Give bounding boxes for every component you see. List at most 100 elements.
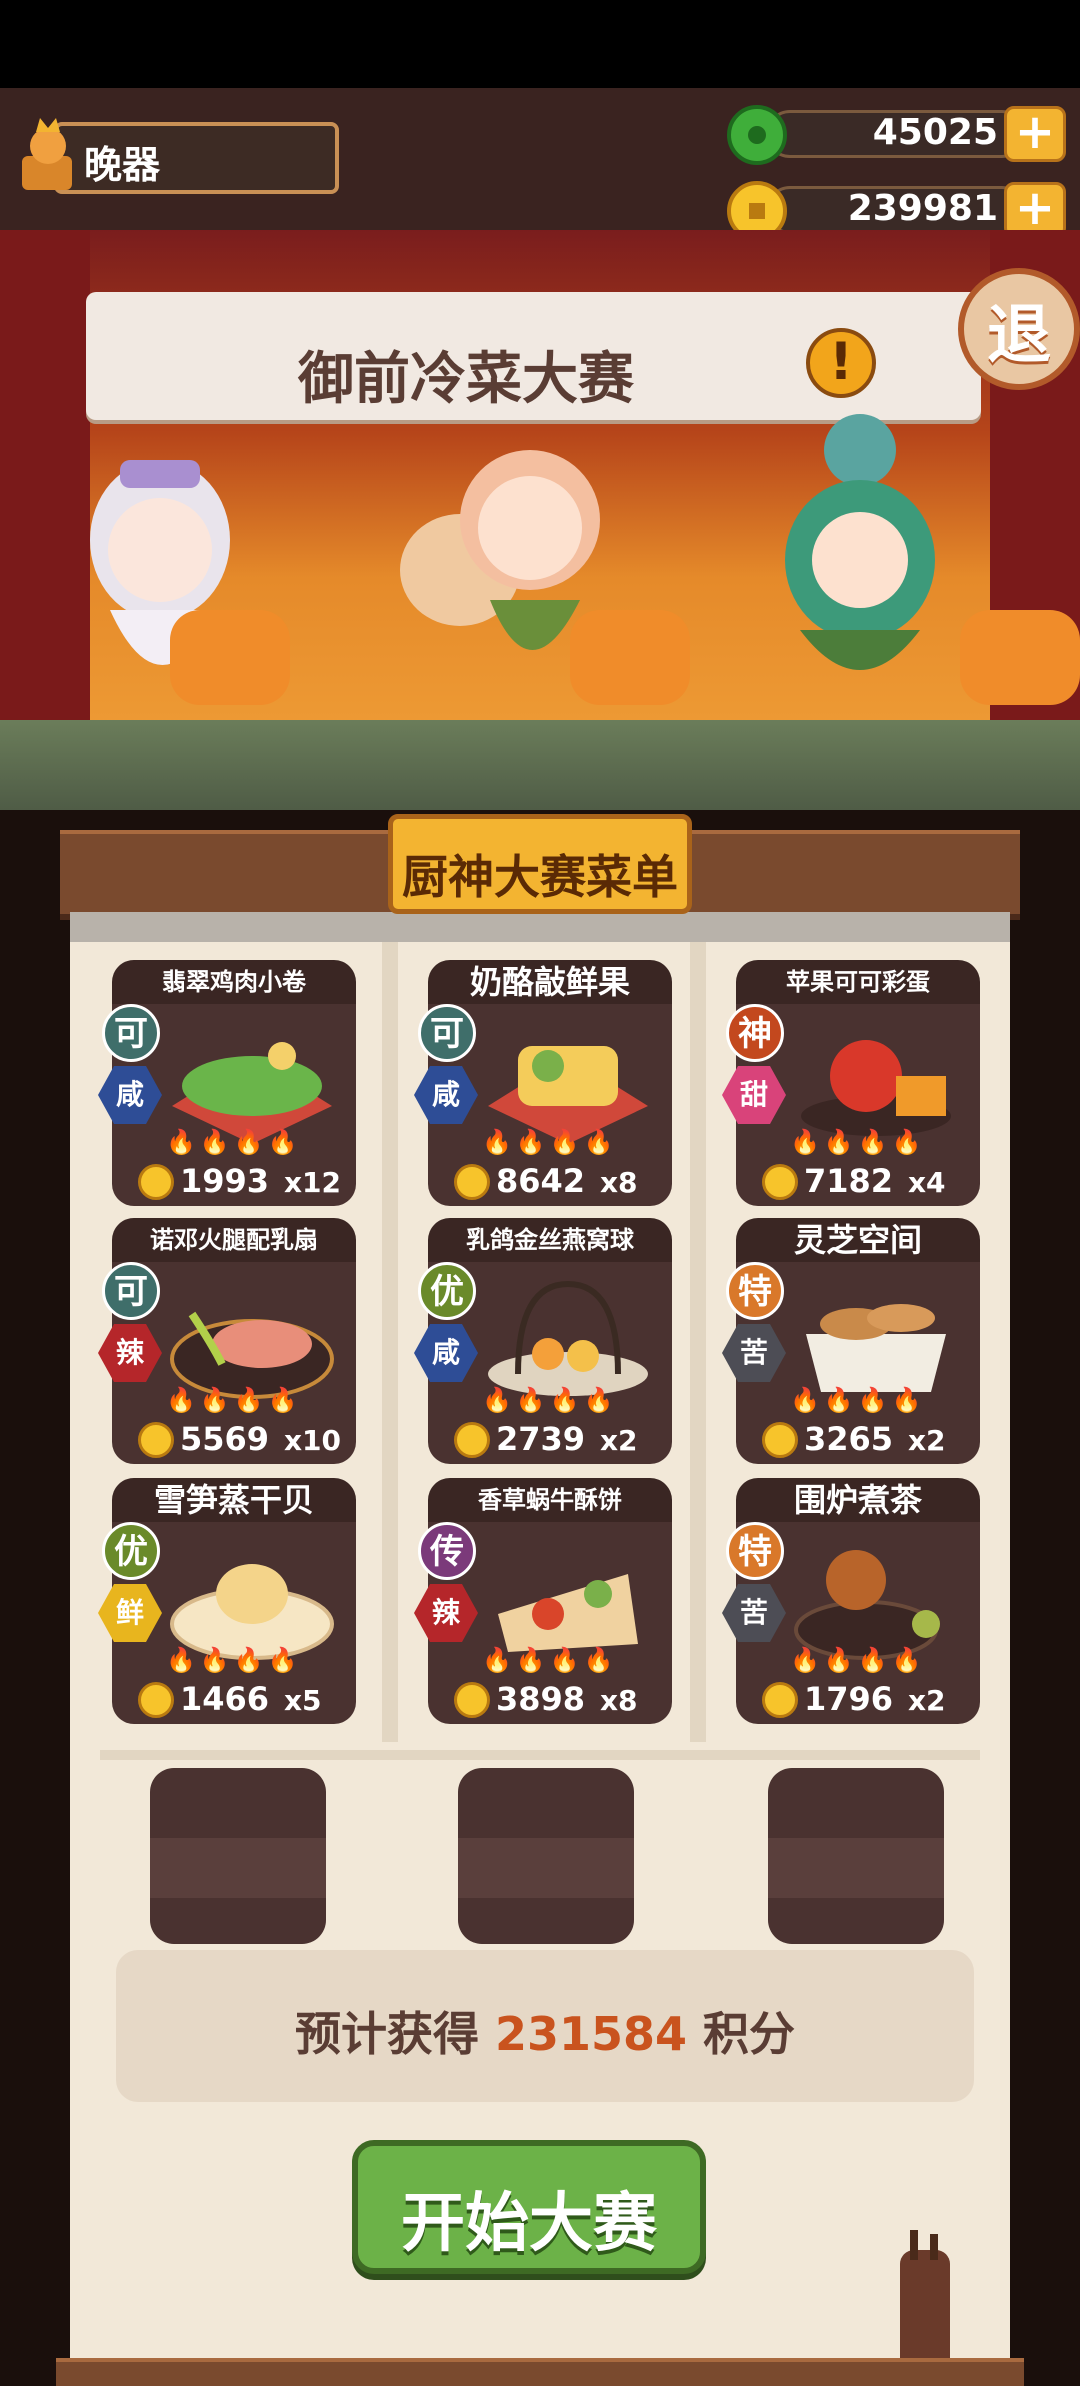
grade-badge: 可 [418,1004,476,1062]
dish-image [488,1280,648,1396]
menu-divider [100,1750,980,1760]
exit-button[interactable]: 退 [958,268,1080,390]
dish-name: 乳鸽金丝燕窝球 [428,1218,672,1262]
chef-avatar-icon [22,118,72,190]
mystery-dish-basket-1 [170,610,290,705]
coin-icon [138,1682,174,1718]
coin-icon [762,1682,798,1718]
price-value: 3265 [804,1420,894,1458]
quantity: x5 [284,1684,322,1717]
grade-badge: 特 [726,1262,784,1320]
dish-name: 诺邓火腿配乳扇 [112,1218,356,1262]
dish-price: 1993 x12 [138,1162,348,1202]
dish-card[interactable]: 苹果可可彩蛋 神 甜 🔥🔥🔥🔥 7182 x4 [722,960,980,1206]
flame-rating: 🔥🔥🔥🔥 [790,1128,926,1156]
grade-badge: 神 [726,1004,784,1062]
add-jade-button[interactable]: + [1004,106,1066,162]
dish-image [172,1042,332,1144]
slot-band [768,1838,944,1898]
flame-rating: 🔥🔥🔥🔥 [482,1386,618,1414]
dish-name: 香草蜗牛酥饼 [428,1478,672,1522]
coin-icon [138,1422,174,1458]
price-value: 3898 [496,1680,586,1718]
dish-price: 5569 x10 [138,1420,348,1460]
dish-price: 8642 x8 [454,1162,664,1202]
info-icon[interactable]: ! [806,328,876,398]
jade-icon [727,105,787,165]
dish-card[interactable]: 雪笋蒸干贝 优 鲜 🔥🔥🔥🔥 1466 x5 [98,1478,356,1724]
dish-name: 奶酪敲鲜果 [428,960,672,1004]
dish-slot-empty[interactable] [150,1768,326,1944]
price-value: 1796 [804,1680,894,1718]
quantity: x2 [908,1684,946,1717]
dish-card[interactable]: 香草蜗牛酥饼 传 辣 🔥🔥🔥🔥 3898 x8 [414,1478,672,1724]
price-value: 1466 [180,1680,270,1718]
column-divider [382,942,398,1742]
quantity: x10 [284,1424,342,1457]
grade-badge: 优 [418,1262,476,1320]
dish-name: 翡翠鸡肉小卷 [112,960,356,1004]
grade-badge: 优 [102,1522,160,1580]
menu-panel-shadow [70,912,1010,942]
dish-price: 3898 x8 [454,1680,664,1720]
contest-stage: 御前冷菜大赛 ! 退 [0,230,1080,810]
dish-image [488,1046,648,1144]
quantity: x2 [908,1424,946,1457]
grade-badge: 特 [726,1522,784,1580]
coin-icon [762,1164,798,1200]
quantity: x12 [284,1166,342,1199]
flame-rating: 🔥🔥🔥🔥 [166,1646,302,1674]
coin-icon [762,1422,798,1458]
dish-price: 1796 x2 [762,1680,972,1720]
coin-icon [454,1164,490,1200]
hud: 晚器 45025 + 239981 + [0,88,1080,241]
menu-title: 厨神大赛菜单 [402,850,678,904]
coin-icon [454,1682,490,1718]
estimate-prefix: 预计获得 [294,2007,479,2061]
dish-card[interactable]: 诺邓火腿配乳扇 可 辣 🔥🔥🔥🔥 5569 x10 [98,1218,356,1464]
grade-badge: 可 [102,1262,160,1320]
flame-rating: 🔥🔥🔥🔥 [166,1128,302,1156]
dish-price: 2739 x2 [454,1420,664,1460]
flame-rating: 🔥🔥🔥🔥 [482,1646,618,1674]
stage-floor [0,720,1080,810]
dish-card[interactable]: 翡翠鸡肉小卷 可 咸 🔥🔥🔥🔥 1993 x12 [98,960,356,1206]
dish-image [498,1574,638,1652]
grade-badge: 传 [418,1522,476,1580]
dish-name: 苹果可可彩蛋 [736,960,980,1004]
dish-image [170,1311,334,1399]
flame-rating: 🔥🔥🔥🔥 [790,1386,926,1414]
dish-card[interactable]: 奶酪敲鲜果 可 咸 🔥🔥🔥🔥 8642 x8 [414,960,672,1206]
start-contest-label: 开始大赛 [401,2187,657,2261]
dish-card[interactable]: 乳鸽金丝燕窝球 优 咸 🔥🔥🔥🔥 2739 x2 [414,1218,672,1464]
estimate-value: 231584 [494,2007,688,2061]
price-value: 8642 [496,1162,586,1200]
dish-image [806,1304,946,1392]
start-contest-button[interactable]: 开始大赛 [352,2140,706,2274]
dish-slot-empty[interactable] [458,1768,634,1944]
estimate-suffix: 积分 [703,2007,796,2061]
dish-card[interactable]: 灵芝空间 特 苦 🔥🔥🔥🔥 3265 x2 [722,1218,980,1464]
quantity: x8 [600,1684,638,1717]
coin-value: 239981 [847,188,998,229]
grade-badge: 可 [102,1004,160,1062]
dish-image [801,1040,951,1136]
player-plate[interactable]: 晚器 [14,116,339,194]
dish-name: 围炉煮茶 [736,1478,980,1522]
flame-rating: 🔥🔥🔥🔥 [482,1128,618,1156]
estimated-score: 预计获得 231584 积分 [116,1998,974,2064]
quantity: x4 [908,1166,946,1199]
column-divider [690,942,706,1742]
judge-character-right [785,414,935,670]
player-name: 晚器 [84,143,161,187]
exit-label: 退 [987,299,1051,373]
dish-slot-empty[interactable] [768,1768,944,1944]
dish-name: 雪笋蒸干贝 [112,1478,356,1522]
dish-price: 7182 x4 [762,1162,972,1202]
quantity: x2 [600,1424,638,1457]
flame-rating: 🔥🔥🔥🔥 [790,1646,926,1674]
dish-price: 1466 x5 [138,1680,348,1720]
jade-resource: 45025 + [726,104,1066,165]
dish-card[interactable]: 围炉煮茶 特 苦 🔥🔥🔥🔥 1796 x2 [722,1478,980,1724]
slot-band [458,1838,634,1898]
